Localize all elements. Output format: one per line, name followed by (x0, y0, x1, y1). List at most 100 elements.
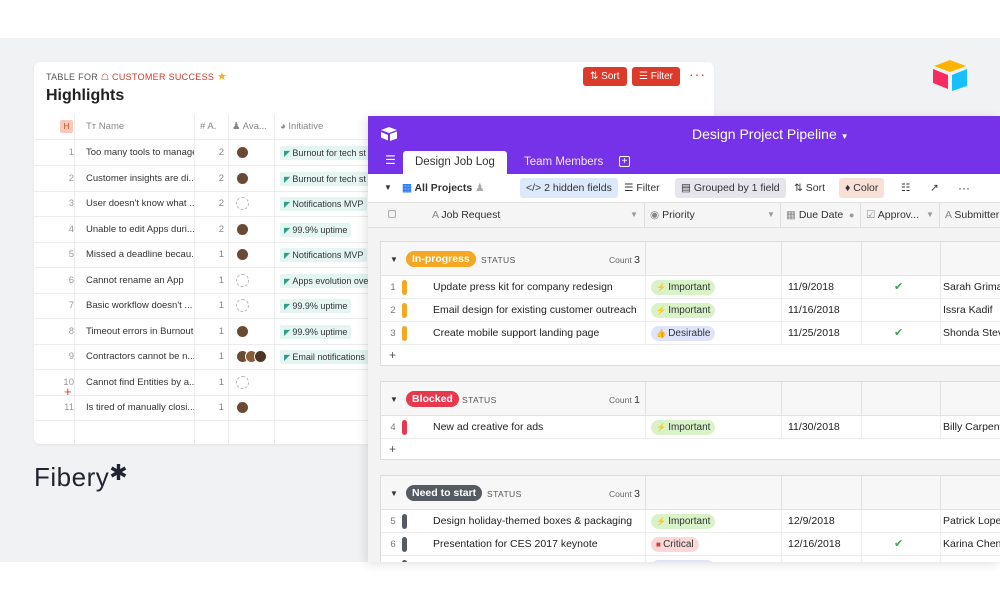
submitter-cell[interactable]: Issra Kadif (943, 299, 993, 322)
view-caret-icon[interactable]: ▼ (384, 178, 392, 198)
record-row[interactable]: 4 New ad creative for ads ⚡ Important 11/30… (381, 416, 1000, 439)
checkmark-icon[interactable]: ✔ (894, 322, 903, 345)
row-name[interactable]: Is tired of manually closi... (86, 395, 194, 420)
more-options-icon[interactable]: ··· (689, 66, 706, 82)
record-row[interactable]: 5 Design holiday-themed boxes & packaging… (381, 510, 1000, 533)
empty-avatar-icon[interactable] (236, 299, 249, 312)
filter-button[interactable]: ☰ Filter (624, 178, 660, 198)
column-submitter[interactable]: A Submitter (945, 203, 999, 227)
more-options-icon[interactable]: ··· (958, 178, 970, 198)
job-request-cell[interactable]: New ad creative for ads (433, 416, 543, 439)
column-job-request[interactable]: A Job Request (432, 203, 500, 227)
column-menu-icon[interactable]: ▼ (630, 203, 638, 227)
due-date-cell[interactable]: 12/16/2018 (788, 556, 841, 562)
column-avatars[interactable]: ♟ Ava... (232, 114, 267, 139)
sort-button[interactable]: ⇅ Sort (794, 178, 825, 198)
due-date-cell[interactable]: 11/9/2018 (788, 276, 834, 299)
row-name[interactable]: Cannot rename an App (86, 268, 194, 293)
job-request-cell[interactable]: Presentation for CES 2017 keynote (433, 533, 598, 556)
avatar[interactable] (236, 401, 249, 414)
row-name[interactable]: Basic workflow doesn't ... (86, 293, 194, 318)
space-name-link[interactable]: CUSTOMER SUCCESS (112, 72, 214, 82)
column-name[interactable]: Tᴛ Name (86, 114, 124, 139)
record-row[interactable]: 2 Email design for existing customer outr… (381, 299, 1000, 322)
initiative-tag[interactable]: ◤ 99.9% uptime (280, 299, 352, 313)
share-view-icon[interactable]: ↗ (930, 178, 939, 198)
due-date-cell[interactable]: 11/16/2018 (788, 299, 840, 322)
add-record-row[interactable]: + (381, 345, 1000, 367)
checkmark-icon[interactable]: ✔ (894, 556, 903, 562)
airtable-brand-icon[interactable] (380, 127, 398, 141)
collapse-caret-icon[interactable]: ▼ (390, 489, 398, 498)
submitter-cell[interactable]: Shonda Steve (943, 322, 1000, 345)
initiative-tag[interactable]: ◤ Apps evolution ove (280, 273, 373, 288)
collapse-caret-icon[interactable]: ▼ (390, 255, 398, 264)
initiative-tag[interactable]: ◤ Notifications MVP (280, 248, 368, 262)
column-due-date[interactable]: ▦ Due Date (786, 203, 843, 227)
row-name[interactable]: Customer insights are di... (86, 166, 194, 191)
group-header[interactable]: ▼ In-progress STATUS Count 3 (381, 242, 1000, 276)
empty-avatar-icon[interactable] (236, 375, 249, 389)
initiative-tag[interactable]: ◤ Notifications MVP (280, 197, 368, 211)
empty-avatar-icon[interactable] (236, 197, 249, 210)
submitter-cell[interactable]: Karina Chen (943, 533, 1000, 556)
job-request-cell[interactable]: Email design for existing customer outre… (433, 299, 637, 322)
row-name[interactable]: Missed a deadline becau... (86, 242, 194, 267)
job-request-cell[interactable]: Design holiday-themed boxes & packaging (433, 510, 632, 533)
due-date-cell[interactable]: 12/16/2018 (788, 533, 841, 556)
column-initiative[interactable]: ◕ Initiative (280, 114, 323, 139)
select-all-checkbox[interactable] (388, 203, 396, 227)
record-row[interactable]: 6 Presentation for CES 2017 keynote ■ Crit… (381, 533, 1000, 556)
base-title[interactable]: Design Project Pipeline ▼ (692, 126, 849, 142)
row-name[interactable]: Too many tools to manage (86, 140, 194, 165)
hidden-fields-button[interactable]: </> 2 hidden fields (520, 178, 618, 198)
job-request-cell[interactable]: Create mobile support landing page (433, 322, 599, 345)
initiative-tag[interactable]: ◤ Email notifications (280, 350, 369, 364)
row-name[interactable]: Contractors cannot be n... (86, 344, 194, 369)
row-name[interactable]: Unable to edit Apps duri... (86, 217, 194, 242)
add-row-button[interactable]: + (64, 384, 72, 399)
due-date-cell[interactable]: 11/30/2018 (788, 416, 840, 439)
group-header[interactable]: ▼ Need to start STATUS Count 3 (381, 476, 1000, 510)
priority-tag[interactable]: 👍 Desirable (651, 560, 716, 562)
job-request-cell[interactable]: Update press kit for company redesign (433, 276, 613, 299)
group-header[interactable]: ▼ Blocked STATUS Count 1 (381, 382, 1000, 416)
column-approved[interactable]: ☑ Approv... (866, 203, 919, 227)
tab-team-members[interactable]: Team Members (512, 151, 615, 174)
row-name[interactable]: Timeout errors in Burnout (86, 319, 194, 344)
star-icon[interactable]: ★ (217, 71, 227, 83)
submitter-cell[interactable]: Timothy Win (943, 556, 1000, 562)
row-name[interactable]: Cannot find Entities by a... (86, 370, 194, 395)
avatar[interactable] (254, 350, 267, 363)
filter-button[interactable]: ☰ Filter (632, 67, 680, 86)
priority-tag[interactable]: ■ Critical (651, 537, 699, 552)
priority-tag[interactable]: 👍 Desirable (651, 326, 716, 341)
column-menu-icon[interactable]: ▼ (767, 203, 775, 227)
checkmark-icon[interactable]: ✔ (894, 276, 903, 299)
due-date-cell[interactable]: 12/9/2018 (788, 510, 835, 533)
row-height-icon[interactable]: ☷ (901, 178, 910, 198)
avatar[interactable] (236, 146, 249, 159)
record-row[interactable]: 1 Update press kit for company redesign ⚡ … (381, 276, 1000, 299)
empty-avatar-icon[interactable] (236, 273, 249, 287)
add-table-icon[interactable]: + (619, 156, 630, 167)
record-row[interactable]: 3 Create mobile support landing page 👍 Des… (381, 322, 1000, 345)
column-menu-icon[interactable]: ▼ (926, 203, 934, 227)
due-date-cell[interactable]: 11/25/2018 (788, 322, 840, 345)
priority-tag[interactable]: ⚡ Important (651, 303, 716, 318)
record-row[interactable]: 7 New version of setup & installation gui… (381, 556, 1000, 562)
job-request-cell[interactable]: New version of setup & installation guid… (433, 556, 622, 562)
submitter-cell[interactable]: Sarah Grimal (943, 276, 1000, 299)
color-button[interactable]: ♦ Color (839, 178, 885, 198)
submitter-cell[interactable]: Billy Carpente (943, 416, 1000, 439)
initiative-tag[interactable]: ◤ 99.9% uptime (280, 222, 352, 237)
priority-tag[interactable]: ⚡ Important (651, 514, 716, 529)
group-button[interactable]: ▤ Grouped by 1 field (675, 178, 786, 198)
priority-tag[interactable]: ⚡ Important (651, 280, 716, 295)
priority-tag[interactable]: ⚡ Important (651, 420, 716, 435)
column-priority[interactable]: ◉ Priority (650, 203, 695, 227)
avatar[interactable] (236, 324, 249, 338)
submitter-cell[interactable]: Patrick Lopez (943, 510, 1000, 533)
add-record-row[interactable]: + (381, 439, 1000, 461)
checkmark-icon[interactable]: ✔ (894, 533, 903, 556)
